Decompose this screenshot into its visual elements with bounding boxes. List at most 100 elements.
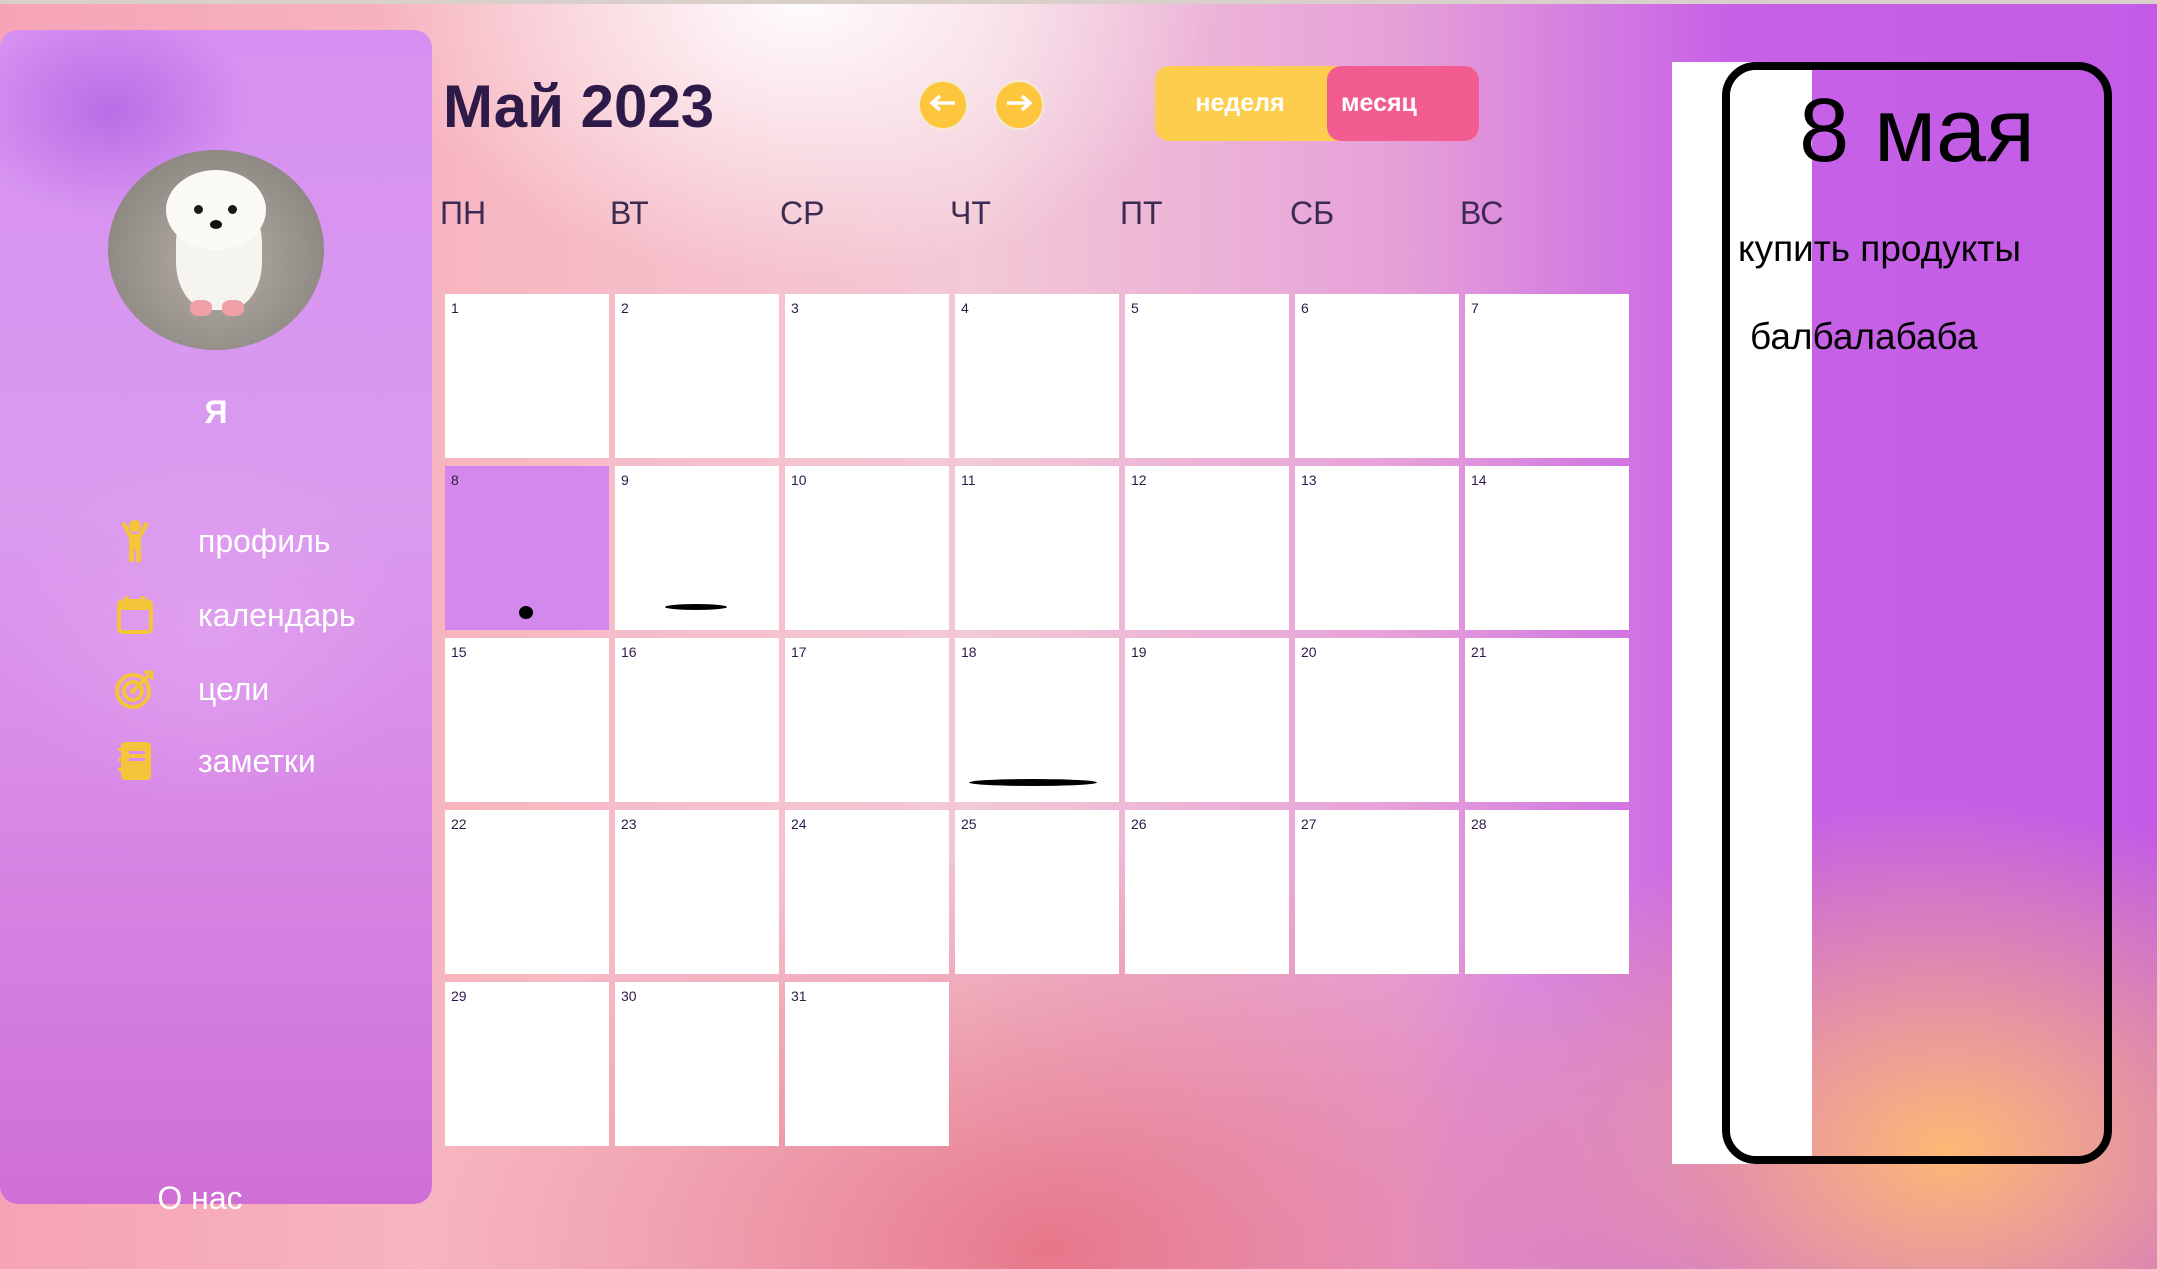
day-cell-22[interactable]: 22 <box>445 810 609 974</box>
day-number: 7 <box>1471 300 1479 316</box>
event-marker <box>665 604 727 610</box>
day-number: 3 <box>791 300 799 316</box>
day-cell-4[interactable]: 4 <box>955 294 1119 458</box>
about-link[interactable]: О нас <box>0 1180 400 1217</box>
day-cell-16[interactable]: 16 <box>615 638 779 802</box>
user-name: Я <box>204 394 228 430</box>
day-number: 27 <box>1301 816 1317 832</box>
day-cell-8[interactable]: 8 <box>445 466 609 630</box>
calendar-icon <box>110 590 160 640</box>
target-icon <box>110 664 160 714</box>
day-number: 28 <box>1471 816 1487 832</box>
day-number: 11 <box>961 472 976 488</box>
day-cell-9[interactable]: 9 <box>615 466 779 630</box>
day-cell-5[interactable]: 5 <box>1125 294 1289 458</box>
nav-item-profile[interactable]: профиль <box>110 516 330 566</box>
day-number: 18 <box>961 644 977 660</box>
day-number: 10 <box>791 472 807 488</box>
weekday-wed: СР <box>780 195 825 231</box>
day-cell-27[interactable]: 27 <box>1295 810 1459 974</box>
day-number: 16 <box>621 644 637 660</box>
day-cell-30[interactable]: 30 <box>615 982 779 1146</box>
prev-month-button[interactable] <box>918 80 968 130</box>
day-cell-29[interactable]: 29 <box>445 982 609 1146</box>
day-cell-11[interactable]: 11 <box>955 466 1119 630</box>
day-number: 12 <box>1131 472 1147 488</box>
weekday-fri: ПТ <box>1120 195 1163 231</box>
day-cell-6[interactable]: 6 <box>1295 294 1459 458</box>
day-number: 4 <box>961 300 969 316</box>
day-cell-24[interactable]: 24 <box>785 810 949 974</box>
day-cell-12[interactable]: 12 <box>1125 466 1289 630</box>
day-cell-3[interactable]: 3 <box>785 294 949 458</box>
day-number: 1 <box>451 300 459 316</box>
day-number: 22 <box>451 816 467 832</box>
day-number: 15 <box>451 644 467 660</box>
day-cell-13[interactable]: 13 <box>1295 466 1459 630</box>
day-number: 19 <box>1131 644 1147 660</box>
notebook-icon <box>110 736 160 786</box>
weekday-sat: СБ <box>1290 195 1335 231</box>
day-number: 17 <box>791 644 807 660</box>
day-number: 20 <box>1301 644 1317 660</box>
task-item[interactable]: балбалабаба <box>1750 316 1977 358</box>
day-cell-1[interactable]: 1 <box>445 294 609 458</box>
nav-label-notes: заметки <box>198 742 316 779</box>
nav-label-calendar: календарь <box>198 596 356 633</box>
day-cell-23[interactable]: 23 <box>615 810 779 974</box>
arrow-left-icon <box>928 93 958 118</box>
day-number: 2 <box>621 300 629 316</box>
day-number: 9 <box>621 472 629 488</box>
day-cell-10[interactable]: 10 <box>785 466 949 630</box>
day-cell-19[interactable]: 19 <box>1125 638 1289 802</box>
weekday-sun: ВС <box>1460 195 1504 231</box>
weekday-mon: ПН <box>440 195 487 231</box>
day-cell-26[interactable]: 26 <box>1125 810 1289 974</box>
day-number: 23 <box>621 816 637 832</box>
day-cell-2[interactable]: 2 <box>615 294 779 458</box>
day-cell-15[interactable]: 15 <box>445 638 609 802</box>
selected-date-title: 8 мая <box>1799 81 2035 181</box>
day-number: 13 <box>1301 472 1317 488</box>
day-number: 31 <box>791 988 807 1004</box>
day-cell-14[interactable]: 14 <box>1465 466 1629 630</box>
day-cell-25[interactable]: 25 <box>955 810 1119 974</box>
nav-item-notes[interactable]: заметки <box>110 736 316 786</box>
event-marker <box>969 779 1097 786</box>
person-icon <box>110 516 160 566</box>
day-cell-31[interactable]: 31 <box>785 982 949 1146</box>
nav-item-goals[interactable]: цели <box>110 664 269 714</box>
day-number: 21 <box>1471 644 1487 660</box>
weekday-thu: ЧТ <box>950 195 991 231</box>
month-view-button[interactable]: месяц <box>1327 66 1479 141</box>
day-cell-17[interactable]: 17 <box>785 638 949 802</box>
sidebar: Я профиль календарь цели заметки О нас <box>0 30 432 1216</box>
nav-label-profile: профиль <box>198 522 331 559</box>
arrow-right-icon <box>1004 93 1034 118</box>
weekday-tue: ВТ <box>610 195 649 231</box>
day-number: 24 <box>791 816 807 832</box>
day-cell-7[interactable]: 7 <box>1465 294 1629 458</box>
day-cell-28[interactable]: 28 <box>1465 810 1629 974</box>
nav-label-goals: цели <box>198 670 270 707</box>
day-number: 29 <box>451 988 467 1004</box>
day-number: 30 <box>621 988 637 1004</box>
day-cell-21[interactable]: 21 <box>1465 638 1629 802</box>
task-item[interactable]: купить продукты <box>1738 228 2021 270</box>
day-number: 8 <box>451 472 459 488</box>
nav-item-calendar[interactable]: календарь <box>110 590 356 640</box>
day-number: 25 <box>961 816 977 832</box>
view-toggle: неделя месяц <box>1155 66 1479 141</box>
month-title: Май 2023 <box>443 73 715 140</box>
day-cell-20[interactable]: 20 <box>1295 638 1459 802</box>
day-number: 6 <box>1301 300 1309 316</box>
top-border <box>0 0 2157 4</box>
day-number: 5 <box>1131 300 1139 316</box>
day-number: 14 <box>1471 472 1487 488</box>
week-view-button[interactable]: неделя <box>1155 66 1325 141</box>
next-month-button[interactable] <box>994 80 1044 130</box>
day-cell-18[interactable]: 18 <box>955 638 1119 802</box>
avatar[interactable] <box>108 150 324 350</box>
day-number: 26 <box>1131 816 1147 832</box>
event-marker <box>519 606 533 619</box>
